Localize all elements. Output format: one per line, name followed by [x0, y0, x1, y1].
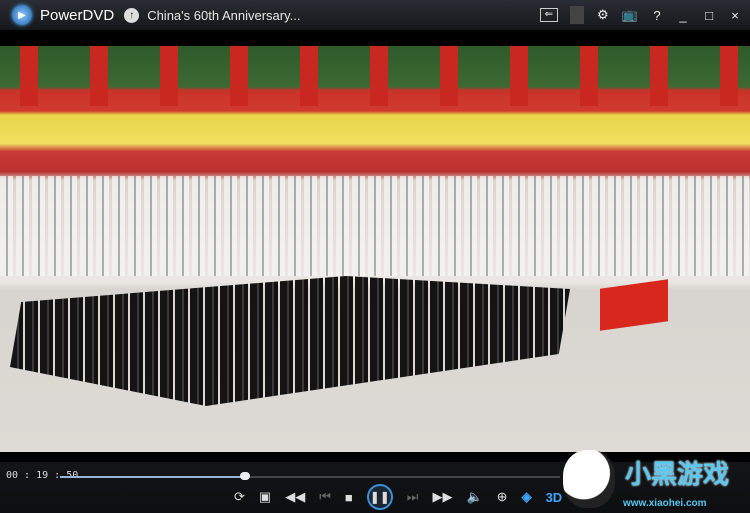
troop-formation — [10, 276, 570, 406]
back-to-library-icon[interactable]: ⇐ — [539, 8, 558, 22]
rewind-icon[interactable]: ◀◀ — [285, 489, 305, 505]
help-icon[interactable]: ? — [650, 8, 664, 23]
repeat-icon[interactable]: ⟳ — [234, 489, 245, 505]
pause-button[interactable]: ❚❚ — [366, 484, 393, 510]
pause-icon: ❚❚ — [369, 490, 390, 504]
snapshot-icon[interactable]: ▣ — [259, 489, 271, 505]
next-icon[interactable]: ⏭ — [407, 489, 419, 505]
watermark-url: www.xiaohei.com — [623, 498, 707, 509]
title-bar: ▶ PowerDVD ↑ China's 60th Anniversary...… — [0, 0, 750, 30]
close-icon[interactable]: × — [728, 8, 742, 23]
seek-progress — [60, 476, 245, 478]
volume-icon[interactable]: 🔈 — [466, 489, 482, 505]
previous-icon[interactable]: ⏮ — [319, 489, 331, 505]
stop-icon[interactable]: ■ — [345, 490, 353, 505]
watermark-lettering: 小黑游戏 — [625, 459, 730, 489]
video-frame[interactable] — [0, 46, 750, 452]
media-title: China's 60th Anniversary... — [147, 7, 301, 23]
red-flag — [600, 279, 668, 331]
banners — [0, 46, 750, 106]
seek-bar[interactable] — [60, 472, 560, 480]
trueview-eye-icon[interactable]: ◈ — [522, 489, 532, 505]
upload-icon[interactable]: ↑ — [124, 7, 140, 23]
seek-handle[interactable] — [240, 472, 250, 480]
marching-band — [0, 176, 750, 276]
app-name: PowerDVD — [40, 6, 115, 24]
minimize-icon[interactable]: _ — [676, 8, 690, 23]
settings-icon[interactable]: ⚙ — [596, 7, 610, 23]
powerdvd-logo-icon: ▶ — [12, 5, 32, 25]
fast-forward-icon[interactable]: ▶▶ — [432, 489, 452, 505]
maximize-icon[interactable]: □ — [702, 8, 716, 23]
watermark-logo: 小黑游戏 www.xiaohei.com — [555, 448, 750, 513]
zoom-icon[interactable]: ⊕ — [497, 489, 508, 505]
divider — [569, 6, 584, 24]
panda-icon — [563, 450, 615, 508]
tv-mode-icon[interactable]: 📺 — [622, 7, 638, 23]
